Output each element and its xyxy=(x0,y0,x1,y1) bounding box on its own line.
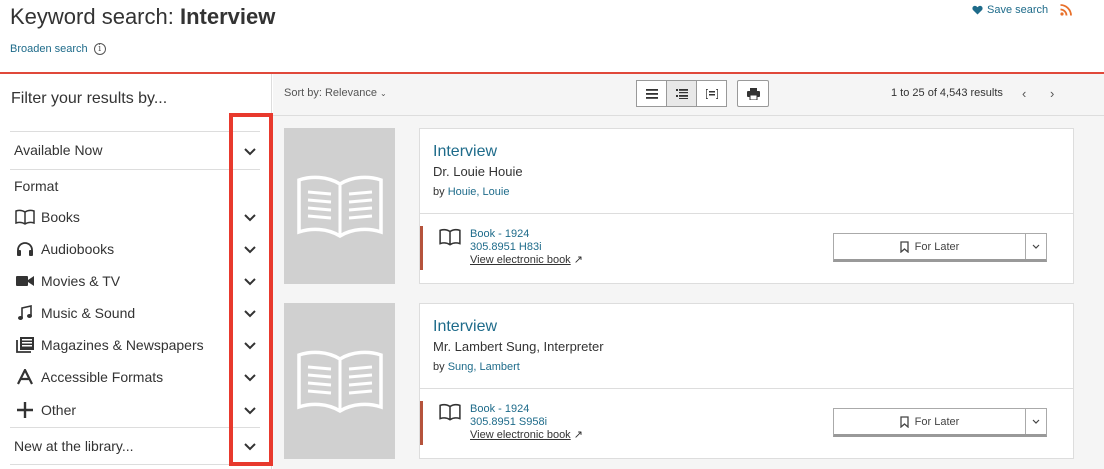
highlight-box xyxy=(229,113,273,466)
view-ebook-link[interactable]: View electronic book ↗ xyxy=(470,429,583,442)
filter-music-sound[interactable]: Music & Sound xyxy=(14,301,264,325)
author-link[interactable]: Houie, Louie xyxy=(448,186,510,198)
format-year-link[interactable]: Book - 1924 xyxy=(470,403,583,416)
availability-indicator xyxy=(420,401,423,445)
results-toolbar: Sort by: Relevance ⌄ 1 to 25 of 4,543 re… xyxy=(273,74,1104,116)
book-icon xyxy=(439,403,461,421)
divider xyxy=(10,169,260,170)
availability-indicator xyxy=(420,226,423,270)
for-later-button[interactable]: For Later xyxy=(833,233,1047,262)
result-card: Interview Mr. Lambert Sung, Interpreter … xyxy=(419,303,1074,459)
full-view-icon xyxy=(705,88,718,99)
result-author-line: by Houie, Louie xyxy=(433,186,510,198)
page-title: Keyword search: Interview xyxy=(10,4,276,29)
view-full-button[interactable] xyxy=(696,80,727,107)
result-subtitle: Mr. Lambert Sung, Interpreter xyxy=(433,339,604,354)
filter-other[interactable]: Other xyxy=(14,398,264,422)
format-info: Book - 1924 305.8951 S958i View electron… xyxy=(470,403,583,442)
search-query: Interview xyxy=(179,4,276,29)
print-button[interactable] xyxy=(737,80,769,107)
call-number: 305.8951 S958i xyxy=(470,416,548,428)
info-icon[interactable]: i xyxy=(93,43,106,55)
page-header: Keyword search: Interview Broaden search… xyxy=(0,0,1104,74)
result-title-link[interactable]: Interview xyxy=(433,143,497,161)
filter-audiobooks[interactable]: Audiobooks xyxy=(14,237,264,261)
filter-magazines-newspapers[interactable]: Magazines & Newspapers xyxy=(14,333,264,357)
for-later-button[interactable]: For Later xyxy=(833,408,1047,437)
filter-new-at-library[interactable]: New at the library... xyxy=(14,434,264,458)
divider xyxy=(420,388,1073,389)
chevron-down-icon xyxy=(1032,419,1040,424)
view-compact-button[interactable] xyxy=(636,80,667,107)
letter-a-icon xyxy=(14,368,36,386)
results-main: Sort by: Relevance ⌄ 1 to 25 of 4,543 re… xyxy=(273,74,1104,469)
author-link[interactable]: Sung, Lambert xyxy=(448,361,520,373)
chevron-down-icon xyxy=(1032,244,1040,249)
external-link-icon: ↗ xyxy=(573,254,583,266)
view-ebook-link[interactable]: View electronic book ↗ xyxy=(470,254,583,267)
rss-icon[interactable] xyxy=(1060,4,1072,16)
filter-books[interactable]: Books xyxy=(14,205,264,229)
for-later-dropdown[interactable] xyxy=(1026,234,1046,259)
for-later-dropdown[interactable] xyxy=(1026,409,1046,434)
list-icon xyxy=(645,88,658,99)
filter-movies-tv[interactable]: Movies & TV xyxy=(14,269,264,293)
external-link-icon: ↗ xyxy=(573,429,583,441)
results-count: 1 to 25 of 4,543 results xyxy=(891,87,1003,99)
sort-dropdown[interactable]: Sort by: Relevance ⌄ xyxy=(284,87,387,99)
prev-page-button[interactable]: ‹ xyxy=(1022,86,1026,101)
next-page-button[interactable]: › xyxy=(1050,86,1054,101)
filter-available-now[interactable]: Available Now xyxy=(14,138,264,162)
headphones-icon xyxy=(14,240,36,258)
divider xyxy=(10,131,260,132)
printer-icon xyxy=(746,87,760,100)
divider xyxy=(10,464,260,465)
format-year-link[interactable]: Book - 1924 xyxy=(470,228,583,241)
filter-accessible-formats[interactable]: Accessible Formats xyxy=(14,365,264,389)
format-heading: Format xyxy=(14,178,59,194)
save-search-button[interactable]: Save search xyxy=(972,4,1048,16)
view-toggle xyxy=(636,80,727,107)
heart-icon xyxy=(972,5,983,15)
open-book-icon xyxy=(296,350,383,413)
bookmark-icon xyxy=(900,415,909,428)
broaden-search-link[interactable]: Broaden search i xyxy=(10,43,106,55)
video-camera-icon xyxy=(14,272,36,290)
magazine-icon xyxy=(14,336,36,354)
divider xyxy=(420,213,1073,214)
divider xyxy=(10,427,260,428)
book-cover-placeholder[interactable] xyxy=(284,128,395,284)
result-subtitle: Dr. Louie Houie xyxy=(433,164,523,179)
plus-icon xyxy=(14,401,36,419)
result-title-link[interactable]: Interview xyxy=(433,318,497,336)
book-icon xyxy=(439,228,461,246)
result-card: Interview Dr. Louie Houie by Houie, Loui… xyxy=(419,128,1074,284)
filter-title: Filter your results by... xyxy=(11,90,168,107)
view-medium-button[interactable] xyxy=(666,80,697,107)
detailed-list-icon xyxy=(675,88,688,99)
chevron-down-icon: ⌄ xyxy=(380,89,387,98)
result-author-line: by Sung, Lambert xyxy=(433,361,520,373)
format-info: Book - 1924 305.8951 H83i View electroni… xyxy=(470,228,583,267)
music-note-icon xyxy=(14,304,36,322)
bookmark-icon xyxy=(900,240,909,253)
book-icon xyxy=(14,208,36,226)
book-cover-placeholder[interactable] xyxy=(284,303,395,459)
open-book-icon xyxy=(296,175,383,238)
call-number: 305.8951 H83i xyxy=(470,241,542,253)
